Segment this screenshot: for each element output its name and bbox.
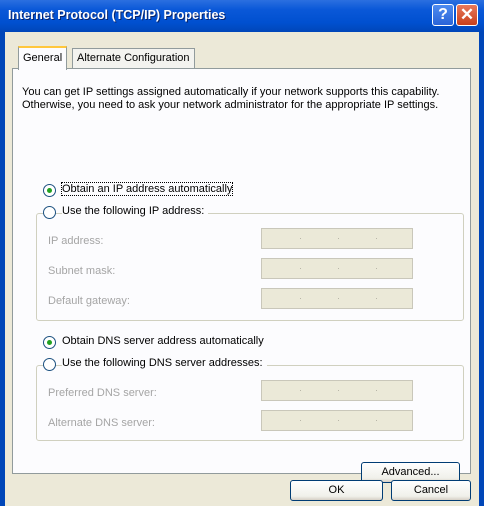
general-tab-panel: You can get IP settings assigned automat… [12,68,471,483]
cancel-button[interactable]: Cancel [391,480,471,501]
use-following-ip-label[interactable]: Use the following IP address: [62,205,209,217]
alternate-dns-input [261,410,413,431]
alternate-dns-label: Alternate DNS server: [48,417,155,429]
preferred-dns-input [261,380,413,401]
subnet-mask-input [261,258,413,279]
description-text: You can get IP settings assigned automat… [22,86,440,111]
ok-button[interactable]: OK [290,480,383,501]
subnet-mask-label: Subnet mask: [48,265,116,277]
question-mark-icon: ? [438,6,448,23]
window-title: Internet Protocol (TCP/IP) Properties [8,8,226,22]
ip-address-input [261,228,413,249]
obtain-ip-auto-label[interactable]: Obtain an IP address automatically [60,182,234,196]
tab-general-label: General [23,52,63,64]
use-following-dns-label[interactable]: Use the following DNS server addresses: [62,357,267,369]
window-frame-right [479,32,484,506]
tab-alternate-configuration[interactable]: Alternate Configuration [72,48,195,68]
ip-address-label: IP address: [48,235,104,247]
close-button[interactable]: ✕ [456,4,478,26]
preferred-dns-label: Preferred DNS server: [48,387,157,399]
close-icon: ✕ [459,5,475,24]
obtain-ip-auto-radio[interactable] [43,184,56,197]
tab-alternate-configuration-label: Alternate Configuration [77,52,190,64]
title-bar[interactable]: Internet Protocol (TCP/IP) Properties ? … [0,0,484,32]
use-following-ip-radio[interactable] [43,206,56,219]
default-gateway-input [261,288,413,309]
obtain-dns-auto-radio[interactable] [43,336,56,349]
use-following-dns-radio[interactable] [43,358,56,371]
tab-general[interactable]: General [18,46,68,70]
default-gateway-label: Default gateway: [48,295,130,307]
dialog-body: General Alternate Configuration You can … [5,32,479,506]
dialog-window: Internet Protocol (TCP/IP) Properties ? … [0,0,484,506]
help-button[interactable]: ? [432,4,454,26]
obtain-dns-auto-label[interactable]: Obtain DNS server address automatically [62,335,264,347]
